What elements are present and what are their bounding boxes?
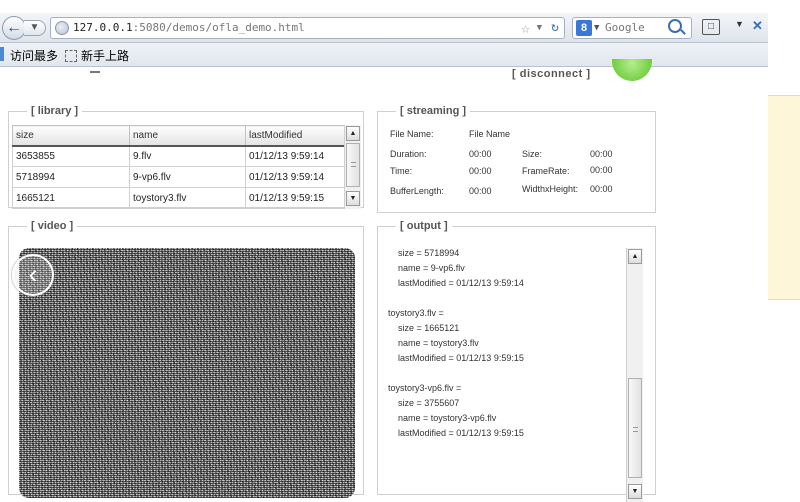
output-line: lastModified = 01/12/13 9:59:14: [388, 278, 524, 288]
output-line: name = toystory3-vp6.flv: [388, 413, 497, 423]
library-scrollbar[interactable]: ▲ ▼: [344, 125, 361, 209]
background-notice-panel: [768, 95, 800, 300]
back-arrow-icon: ←: [6, 19, 22, 36]
streaming-info: File Name: File Name Duration: 00:00 Siz…: [390, 129, 650, 209]
output-line: toystory3-vp6.flv =: [388, 383, 462, 393]
address-bar[interactable]: 127.0.0.1:5080/demos/ofla_demo.html ☆ ▼ …: [50, 17, 565, 39]
reload-icon[interactable]: ↻: [551, 18, 559, 38]
scroll-up-icon[interactable]: ▲: [346, 126, 360, 141]
bookmark-most-visited[interactable]: 访问最多: [10, 47, 58, 64]
output-log: size = 5718994 name = 9-vp6.flv lastModi…: [388, 246, 624, 501]
globe-icon: [55, 21, 69, 35]
bufferlength-value: 00:00: [469, 186, 492, 196]
output-panel: [ output ] size = 5718994 name = 9-vp6.f…: [377, 220, 656, 502]
bufferlength-label: BufferLength:: [390, 186, 444, 196]
library-legend: [ library ]: [31, 105, 79, 117]
cell-name: toystory3.flv: [129, 187, 246, 209]
bookmark-getting-started[interactable]: 新手上路: [65, 47, 129, 64]
video-player-screen[interactable]: [19, 248, 355, 498]
framerate-label: FrameRate:: [522, 166, 570, 176]
output-line: size = 3755607: [388, 398, 460, 408]
time-value: 00:00: [469, 166, 492, 176]
url-host: 127.0.0.1: [73, 21, 133, 34]
grip-icon: [351, 162, 356, 167]
column-header-lastmodified[interactable]: lastModified: [245, 125, 345, 147]
library-table: size name lastModified 3653855 9.flv 01/…: [12, 125, 345, 209]
bookmarks-toolbar: 访问最多 新手上路: [0, 43, 768, 67]
scroll-down-icon[interactable]: ▼: [628, 484, 642, 499]
output-line: toystory3.flv =: [388, 308, 444, 318]
time-label: Time:: [390, 166, 413, 176]
url-dropdown-icon[interactable]: ▼: [537, 18, 542, 38]
cell-name: 9-vp6.flv: [129, 166, 246, 188]
url-path: :5080/demos/ofla_demo.html: [132, 21, 305, 34]
table-row[interactable]: 5718994 9-vp6.flv 01/12/13 9:59:14: [12, 166, 345, 188]
bookmark-star-icon[interactable]: ☆: [521, 18, 530, 38]
streaming-legend: [ streaming ]: [400, 105, 467, 117]
cell-lastmodified: 01/12/13 9:59:14: [245, 166, 345, 188]
output-line: lastModified = 01/12/13 9:59:15: [388, 428, 524, 438]
search-magnifier-icon[interactable]: [668, 19, 682, 33]
close-icon[interactable]: ✕: [752, 18, 763, 34]
video-legend: [ video ]: [31, 220, 74, 232]
file-name-label: File Name:: [390, 129, 434, 139]
scroll-up-icon[interactable]: ▲: [628, 249, 642, 264]
cell-size: 3653855: [12, 145, 130, 167]
output-legend: [ output ]: [400, 220, 448, 232]
output-line: name = toystory3.flv: [388, 338, 479, 348]
history-dropdown-icon: ▼: [29, 22, 40, 33]
disconnect-button[interactable]: [ disconnect ]: [512, 68, 591, 80]
output-scrollbar[interactable]: ▲ ▼: [626, 248, 643, 502]
bookmarks-edge: [0, 47, 4, 61]
video-panel: [ video ]: [8, 220, 364, 498]
library-header-row: size name lastModified: [12, 125, 345, 147]
file-name-value: File Name: [469, 129, 511, 139]
connection-status-indicator: [612, 59, 652, 81]
output-line: size = 1665121: [388, 323, 460, 333]
size-label: Size:: [522, 149, 543, 159]
size-value: 00:00: [590, 149, 613, 159]
streaming-panel: [ streaming ] File Name: File Name Durat…: [377, 105, 656, 213]
back-button[interactable]: ←: [2, 16, 26, 40]
column-header-name[interactable]: name: [129, 125, 246, 147]
output-scroll-thumb[interactable]: [628, 378, 642, 478]
output-line: lastModified = 01/12/13 9:59:15: [388, 353, 524, 363]
toolbar-menu-dropdown-icon[interactable]: ▼: [735, 19, 744, 29]
forward-button[interactable]: ▼: [24, 20, 46, 36]
width-height-value: 00:00: [590, 184, 613, 194]
cell-size: 5718994: [12, 166, 130, 188]
overlay-back-icon[interactable]: ‹: [12, 254, 54, 296]
output-line: size = 5718994: [388, 248, 460, 258]
duration-label: Duration:: [390, 149, 427, 159]
browser-window: ← ▼ 127.0.0.1:5080/demos/ofla_demo.html …: [0, 13, 768, 502]
library-panel: [ library ] size name lastModified 36538…: [8, 105, 364, 209]
addon-icon[interactable]: □: [702, 19, 720, 35]
bookmark-folder-icon: [65, 50, 77, 62]
cell-name: 9.flv: [129, 145, 246, 167]
cell-lastmodified: 01/12/13 9:59:14: [245, 145, 345, 167]
cell-size: 1665121: [12, 187, 130, 209]
output-line: name = 9-vp6.flv: [388, 263, 465, 273]
width-height-label: WidthxHeight:: [522, 184, 579, 194]
bookmark-getting-started-label: 新手上路: [81, 49, 130, 63]
table-row[interactable]: 3653855 9.flv 01/12/13 9:59:14: [12, 145, 345, 167]
logo-fragment: [90, 67, 100, 73]
column-header-size[interactable]: size: [12, 125, 130, 147]
navigation-toolbar: ← ▼ 127.0.0.1:5080/demos/ofla_demo.html …: [0, 13, 768, 43]
table-row[interactable]: 1665121 toystory3.flv 01/12/13 9:59:15: [12, 187, 345, 209]
page-content: [ disconnect ] [ library ] size name las…: [0, 59, 768, 502]
framerate-value: 00:00: [590, 165, 613, 175]
duration-value: 00:00: [469, 149, 492, 159]
scroll-down-icon[interactable]: ▼: [346, 191, 360, 206]
google-engine-icon[interactable]: 8: [576, 20, 592, 36]
library-scroll-thumb[interactable]: [346, 143, 360, 187]
search-placeholder: Google: [605, 21, 645, 34]
cell-lastmodified: 01/12/13 9:59:15: [245, 187, 345, 209]
engine-dropdown-icon[interactable]: ▼: [594, 18, 599, 38]
grip-icon: [633, 427, 638, 432]
